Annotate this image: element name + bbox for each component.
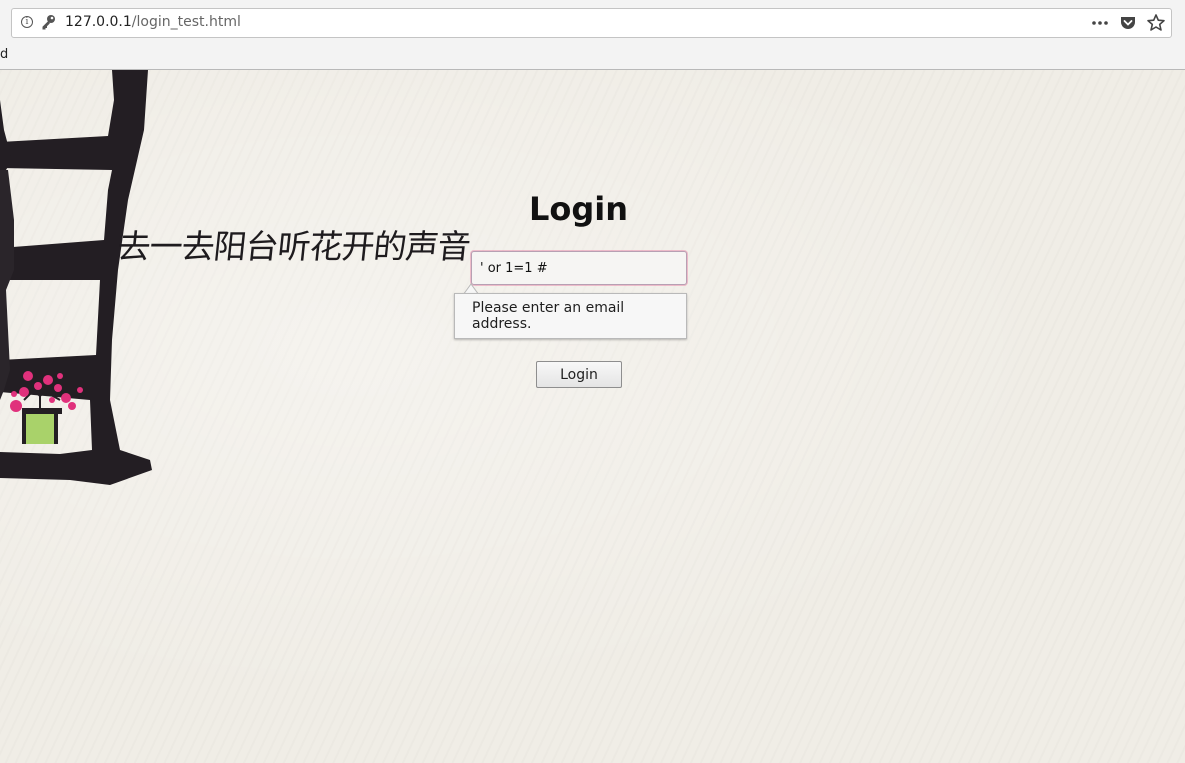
url-path: /login_test.html	[131, 14, 241, 30]
bookmarks-toolbar-item[interactable]: d	[0, 47, 8, 62]
ladder-illustration	[0, 70, 152, 485]
url-host: 127.0.0.1	[65, 14, 132, 30]
url-text[interactable]: 127.0.0.1/login_test.html	[65, 14, 241, 30]
bookmark-star-icon[interactable]	[1145, 12, 1167, 34]
validation-message: Please enter an email address.	[472, 300, 625, 332]
validation-tooltip: Please enter an email address.	[454, 293, 687, 339]
browser-toolbar: i 127.0.0.1/login_test.html d	[0, 0, 1185, 70]
login-button[interactable]: Login	[536, 361, 622, 388]
address-bar[interactable]: i 127.0.0.1/login_test.html	[11, 8, 1172, 38]
more-icon[interactable]	[1089, 12, 1111, 34]
page-viewport: 去一去阳台听花开的声音 Login Please enter an email …	[0, 70, 1185, 763]
page-title: Login	[528, 190, 629, 228]
email-input[interactable]	[471, 251, 687, 285]
info-icon[interactable]: i	[21, 16, 33, 28]
pocket-icon[interactable]	[1117, 12, 1139, 34]
key-icon[interactable]	[40, 13, 58, 33]
